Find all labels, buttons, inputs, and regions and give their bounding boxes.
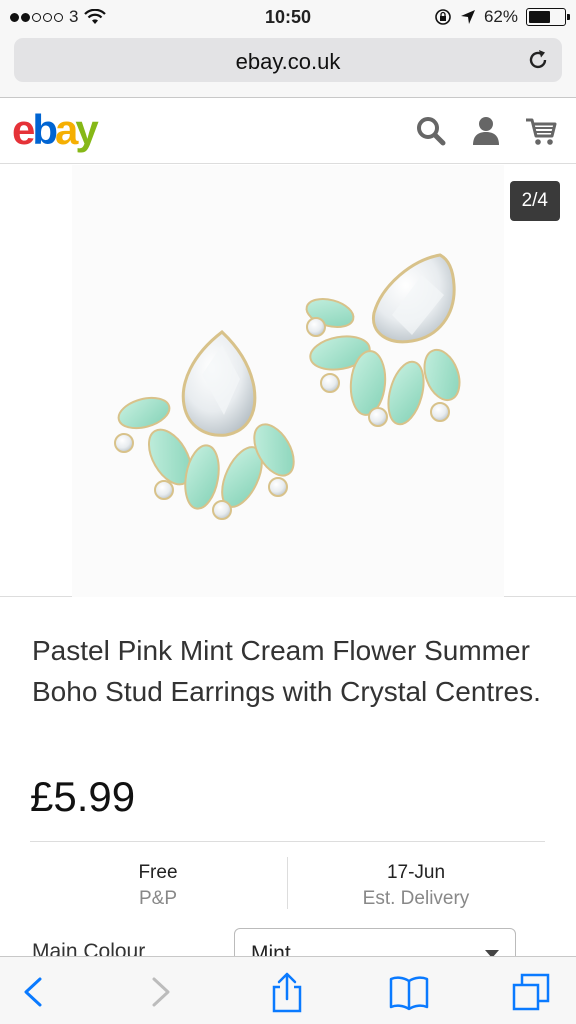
account-icon[interactable] (469, 114, 503, 148)
product-gallery[interactable]: 2/4 (0, 165, 576, 597)
url-text[interactable]: ebay.co.uk (14, 49, 562, 75)
browser-address-area: ebay.co.uk (0, 34, 576, 98)
shipping-info: Free P&P (30, 860, 286, 912)
forward-icon[interactable] (140, 971, 182, 1013)
product-price: £5.99 (30, 773, 136, 820)
image-counter: 2/4 (509, 181, 560, 221)
bookmarks-icon[interactable] (388, 971, 430, 1013)
divider (30, 841, 545, 842)
delivery-info: 17-Jun Est. Delivery (288, 860, 544, 912)
logo-letter-b: b (32, 106, 58, 153)
logo-letter-y: y (75, 106, 98, 153)
orientation-lock-icon (435, 9, 451, 25)
left-earring-graphic (114, 330, 295, 520)
back-icon[interactable] (12, 971, 54, 1013)
status-right: 62% (434, 7, 570, 27)
location-arrow-icon (460, 10, 475, 24)
shipping-label: P&P (138, 888, 178, 909)
logo-letter-a: a (55, 106, 78, 153)
logo-letter-e: e (12, 106, 35, 153)
shipping-value: Free (138, 862, 178, 883)
site-header: ebay (0, 98, 576, 164)
product-title: Pastel Pink Mint Cream Flower Summer Boh… (32, 635, 541, 707)
cart-icon[interactable] (524, 114, 558, 148)
search-icon[interactable] (414, 114, 448, 148)
status-bar: 3 10:50 62% (0, 0, 576, 34)
share-icon[interactable] (266, 971, 308, 1013)
product-image[interactable] (72, 165, 504, 597)
browser-toolbar (0, 956, 576, 1024)
battery-percent: 62% (483, 7, 518, 26)
reload-icon[interactable] (526, 48, 550, 72)
right-earring-graphic (305, 253, 461, 427)
delivery-value: 17-Jun (386, 862, 446, 883)
address-bar[interactable]: ebay.co.uk (14, 38, 562, 82)
ebay-logo[interactable]: ebay (12, 106, 99, 154)
battery-icon (526, 8, 570, 26)
delivery-label: Est. Delivery (362, 888, 470, 909)
tabs-icon[interactable] (510, 971, 552, 1013)
